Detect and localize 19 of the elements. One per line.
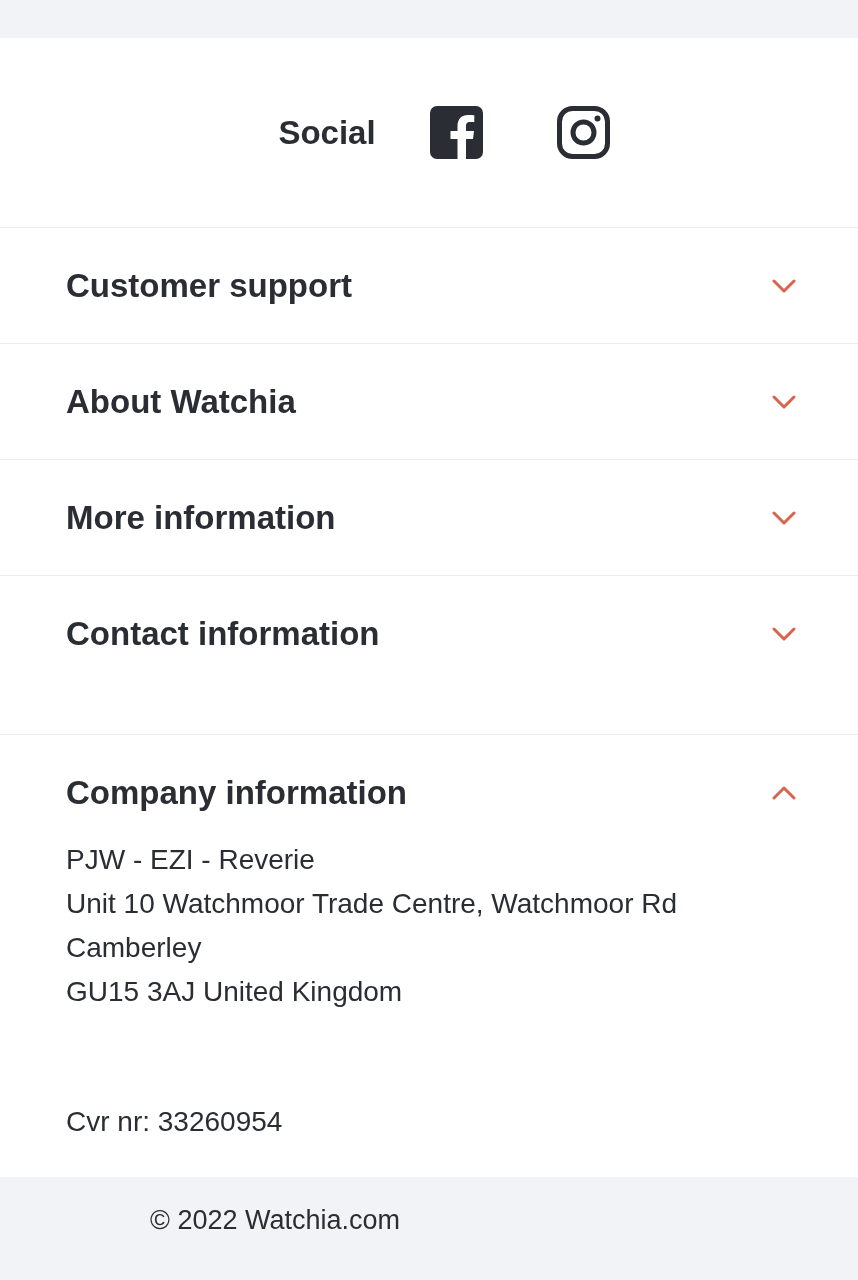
address-line: GU15 3AJ United Kingdom [66,975,404,1009]
section-toggle[interactable]: Contact information [0,576,858,691]
section-toggle[interactable]: Company information [0,735,858,838]
instagram-icon[interactable] [556,106,610,159]
chevron-down-icon [772,279,796,293]
chevron-down-icon [772,511,796,525]
address-line: PJW - EZI - Reverie [66,843,316,877]
chevron-up-icon [772,786,796,800]
registration-number: Cvr nr: 33260954 [66,1105,284,1139]
address-line: Unit 10 Watchmoor Trade Centre, Watchmoor Rd [66,887,679,921]
facebook-icon[interactable] [429,106,483,159]
copyright-text: © 2022 Watchia.com [150,1205,400,1235]
chevron-down-icon [772,395,796,409]
social-label: Social [278,112,376,153]
section-toggle[interactable]: Customer support [0,228,858,343]
chevron-down-icon [772,627,796,641]
section-toggle[interactable]: More information [0,460,858,575]
section-toggle[interactable]: About Watchia [0,344,858,459]
address-line: Camberley [66,931,203,965]
